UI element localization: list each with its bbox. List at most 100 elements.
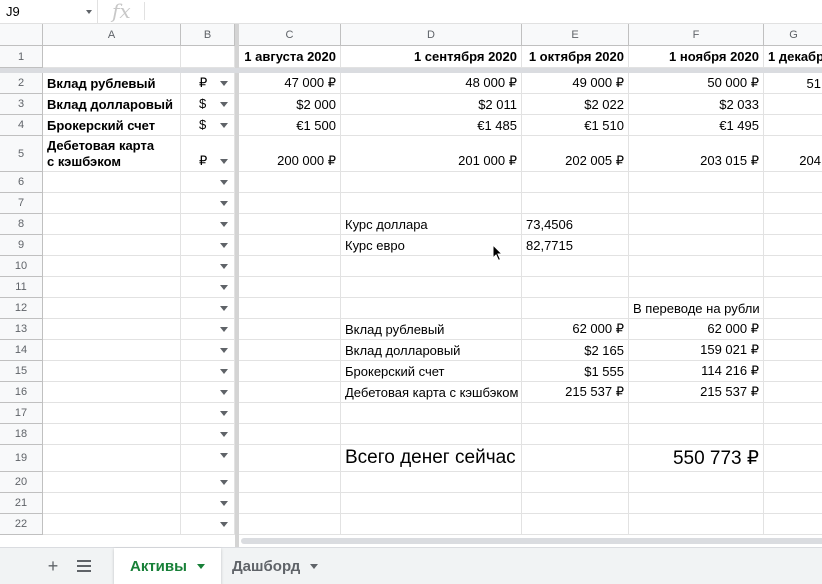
asset-value[interactable]: $2 033	[629, 94, 764, 115]
header-date-f[interactable]: 1 ноября 2020	[629, 46, 764, 68]
summary-label[interactable]: Вклад рублевый	[341, 319, 522, 340]
grid-cell[interactable]	[764, 256, 822, 277]
asset-value[interactable]: 200 000 ₽	[239, 136, 341, 172]
grid-cell[interactable]	[522, 445, 629, 472]
grid-cell[interactable]	[522, 424, 629, 445]
grid-cell[interactable]	[522, 493, 629, 514]
asset-name[interactable]: Вклад долларовый	[43, 94, 181, 115]
rate-value[interactable]: 82,7715	[522, 235, 629, 256]
currency-dropdown[interactable]: $	[181, 115, 235, 136]
asset-name[interactable]: Дебетовая карта с кэшбэком	[43, 136, 181, 172]
column-header-f[interactable]: F	[629, 24, 764, 46]
asset-value[interactable]: 50 000 ₽	[629, 73, 764, 94]
chevron-down-icon[interactable]	[220, 264, 228, 269]
summary-header[interactable]: В переводе на рубли	[629, 298, 764, 319]
grid-cell[interactable]	[239, 277, 341, 298]
grid-cell[interactable]	[629, 514, 764, 535]
chevron-down-icon[interactable]	[310, 564, 319, 569]
chevron-down-icon[interactable]	[220, 501, 228, 506]
grid-cell[interactable]	[43, 424, 181, 445]
grid-cell[interactable]	[239, 235, 341, 256]
currency-dropdown[interactable]: $	[181, 94, 235, 115]
chevron-down-icon[interactable]	[220, 201, 228, 206]
total-value[interactable]: 550 773 ₽	[629, 445, 764, 472]
grid-cell[interactable]	[629, 277, 764, 298]
chevron-down-icon[interactable]	[220, 348, 228, 353]
grid-cell[interactable]	[522, 298, 629, 319]
row-header-1[interactable]: 1	[0, 46, 43, 68]
grid-cell[interactable]	[764, 193, 822, 214]
header-date-e[interactable]: 1 октября 2020	[522, 46, 629, 68]
grid-cell[interactable]	[764, 514, 822, 535]
row-header-3[interactable]: 3	[0, 94, 43, 115]
grid-cell[interactable]	[239, 319, 341, 340]
asset-value[interactable]: €1 510	[522, 115, 629, 136]
chevron-down-icon[interactable]	[220, 285, 228, 290]
name-box[interactable]: J9	[0, 0, 98, 24]
header-date-d[interactable]: 1 сентября 2020	[341, 46, 522, 68]
row-header-7[interactable]: 7	[0, 193, 43, 214]
grid-cell[interactable]	[629, 472, 764, 493]
row-header-19[interactable]: 19	[0, 445, 43, 472]
chevron-down-icon[interactable]	[220, 123, 228, 128]
row-header-8[interactable]: 8	[0, 214, 43, 235]
grid-cell[interactable]	[764, 214, 822, 235]
row-header-6[interactable]: 6	[0, 172, 43, 193]
grid-cell[interactable]	[341, 277, 522, 298]
header-date-g[interactable]: 1 декабр	[764, 46, 822, 68]
grid-cell[interactable]	[522, 172, 629, 193]
asset-value[interactable]: $2 000	[239, 94, 341, 115]
summary-rub[interactable]: 62 000 ₽	[629, 319, 764, 340]
row-header-15[interactable]: 15	[0, 361, 43, 382]
total-label[interactable]: Всего денег сейчас	[341, 445, 522, 472]
grid-cell[interactable]	[764, 319, 822, 340]
currency-dropdown[interactable]: ₽	[181, 136, 235, 172]
row-header-2[interactable]: 2	[0, 73, 43, 94]
chevron-down-icon[interactable]	[220, 327, 228, 332]
column-header-g[interactable]: G	[764, 24, 822, 46]
asset-value[interactable]: $2 022	[522, 94, 629, 115]
horizontal-scrollbar[interactable]	[239, 536, 822, 547]
chevron-down-icon[interactable]	[220, 306, 228, 311]
grid-cell[interactable]	[43, 319, 181, 340]
asset-value[interactable]: 47 000 ₽	[239, 73, 341, 94]
asset-value[interactable]: 204	[764, 136, 822, 172]
grid-cell[interactable]	[239, 361, 341, 382]
chevron-down-icon[interactable]	[220, 243, 228, 248]
summary-value[interactable]: $2 165	[522, 340, 629, 361]
asset-value[interactable]: 203 015 ₽	[629, 136, 764, 172]
summary-value[interactable]: $1 555	[522, 361, 629, 382]
chevron-down-icon[interactable]	[220, 222, 228, 227]
grid-cell[interactable]	[341, 403, 522, 424]
column-header-b[interactable]: B	[181, 24, 235, 46]
grid-cell[interactable]	[181, 46, 235, 68]
chevron-down-icon[interactable]	[220, 159, 228, 164]
scrollbar-thumb[interactable]	[241, 538, 822, 544]
grid-cell[interactable]	[43, 214, 181, 235]
chevron-down-icon[interactable]	[220, 390, 228, 395]
grid-cell[interactable]	[341, 193, 522, 214]
grid-cell[interactable]	[239, 382, 341, 403]
row-header-9[interactable]: 9	[0, 235, 43, 256]
chevron-down-icon[interactable]	[220, 369, 228, 374]
grid-cell[interactable]	[43, 277, 181, 298]
grid-cell[interactable]	[764, 445, 822, 472]
chevron-down-icon[interactable]	[220, 411, 228, 416]
asset-value[interactable]	[764, 115, 822, 136]
frozen-column-divider[interactable]	[235, 24, 239, 547]
row-header-4[interactable]: 4	[0, 115, 43, 136]
column-header-c[interactable]: C	[239, 24, 341, 46]
grid-cell[interactable]	[43, 340, 181, 361]
row-header-5[interactable]: 5	[0, 136, 43, 172]
chevron-down-icon[interactable]	[220, 102, 228, 107]
rate-value[interactable]: 73,4506	[522, 214, 629, 235]
summary-rub[interactable]: 215 537 ₽	[629, 382, 764, 403]
grid-cell[interactable]	[341, 172, 522, 193]
summary-label[interactable]: Вклад долларовый	[341, 340, 522, 361]
grid-cell[interactable]	[341, 493, 522, 514]
grid-cell[interactable]	[239, 298, 341, 319]
select-all-corner[interactable]	[0, 24, 43, 46]
grid-cell[interactable]	[239, 445, 341, 472]
grid-cell[interactable]	[239, 514, 341, 535]
chevron-down-icon[interactable]	[220, 522, 228, 527]
